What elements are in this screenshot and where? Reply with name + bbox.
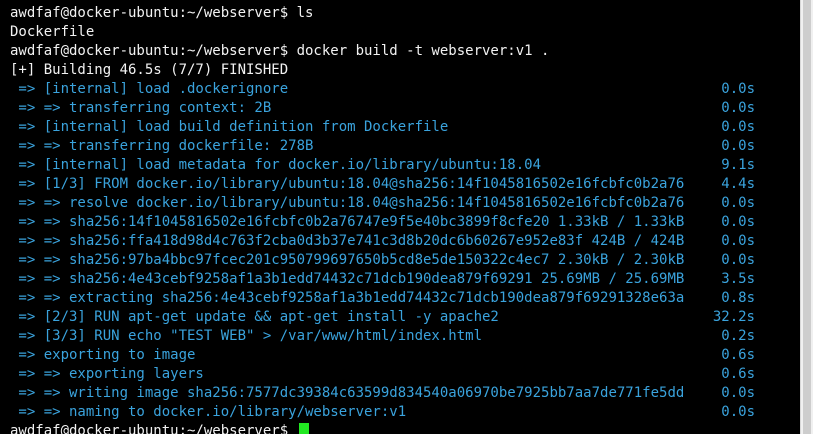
terminal-window[interactable]: awdfaf@docker-ubuntu:~/webserver$ ls Dock… [0, 0, 800, 434]
terminal-line: => [internal] load .dockerignore 0.0s [10, 80, 800, 99]
line-text: => => sha256:4e43cebf9258af1a3b1edd74432… [10, 271, 685, 287]
terminal-line: => => exporting layers 0.6s [10, 365, 800, 384]
step-duration: 0.0s [721, 214, 755, 230]
terminal-line: => => naming to docker.io/library/webser… [10, 403, 800, 422]
line-text: => => sha256:97ba4bbc97fcec201c950799697… [10, 252, 685, 268]
terminal-line: awdfaf@docker-ubuntu:~/webserver$ docker… [10, 42, 800, 61]
step-duration: 0.6s [721, 347, 755, 363]
line-text: => => transferring dockerfile: 278B [10, 138, 314, 154]
step-duration: 0.0s [721, 100, 755, 116]
step-duration: 0.0s [721, 252, 755, 268]
step-duration: 4.4s [721, 176, 755, 192]
terminal-line: => => transferring context: 2B 0.0s [10, 99, 800, 118]
line-text: => => writing image sha256:7577dc39384c6… [10, 385, 685, 401]
terminal-line: Dockerfile [10, 23, 800, 42]
step-duration: 0.8s [721, 290, 755, 306]
terminal-line: => [1/3] FROM docker.io/library/ubuntu:1… [10, 175, 800, 194]
line-text: [+] Building 46.5s (7/7) FINISHED [10, 62, 289, 78]
terminal-output: awdfaf@docker-ubuntu:~/webserver$ ls Dock… [10, 4, 800, 434]
prompt-line[interactable]: awdfaf@docker-ubuntu:~/webserver$ [10, 422, 800, 434]
line-text: => => sha256:ffa418d98d4c763f2cba0d3b37e… [10, 233, 685, 249]
line-text: => [internal] load .dockerignore [10, 81, 289, 97]
line-text: Dockerfile [10, 24, 95, 40]
step-duration: 0.0s [721, 404, 755, 420]
step-duration: 0.0s [721, 385, 755, 401]
line-text: => [2/3] RUN apt-get update && apt-get i… [10, 309, 499, 325]
terminal-line: => => sha256:97ba4bbc97fcec201c950799697… [10, 251, 800, 270]
terminal-line: => [2/3] RUN apt-get update && apt-get i… [10, 308, 800, 327]
line-text: => [3/3] RUN echo "TEST WEB" > /var/www/… [10, 328, 483, 344]
line-text: => exporting to image [10, 347, 196, 363]
step-duration: 0.0s [721, 81, 755, 97]
step-duration: 3.5s [721, 271, 755, 287]
vertical-scrollbar[interactable] [800, 0, 813, 434]
line-text: => [internal] load metadata for docker.i… [10, 157, 542, 173]
line-text: awdfaf@docker-ubuntu:~/webserver$ docker… [10, 43, 550, 59]
terminal-line: => => sha256:ffa418d98d4c763f2cba0d3b37e… [10, 232, 800, 251]
terminal-line: => [internal] load build definition from… [10, 118, 800, 137]
terminal-line: => => sha256:4e43cebf9258af1a3b1edd74432… [10, 270, 800, 289]
step-duration: 0.0s [721, 138, 755, 154]
terminal-line: => [internal] load metadata for docker.i… [10, 156, 800, 175]
terminal-line: [+] Building 46.5s (7/7) FINISHED [10, 61, 800, 80]
text-cursor [298, 423, 309, 434]
terminal-line: => => writing image sha256:7577dc39384c6… [10, 384, 800, 403]
prompt-text: awdfaf@docker-ubuntu:~/webserver$ [10, 423, 297, 434]
step-duration: 0.0s [721, 119, 755, 135]
line-text: => [1/3] FROM docker.io/library/ubuntu:1… [10, 176, 685, 192]
terminal-line: => exporting to image 0.6s [10, 346, 800, 365]
line-text: => [internal] load build definition from… [10, 119, 449, 135]
line-text: => => naming to docker.io/library/webser… [10, 404, 407, 420]
line-text: => => exporting layers [10, 366, 204, 382]
terminal-line: => [3/3] RUN echo "TEST WEB" > /var/www/… [10, 327, 800, 346]
terminal-line: => => sha256:14f1045816502e16fcbfc0b2a76… [10, 213, 800, 232]
step-duration: 0.6s [721, 366, 755, 382]
step-duration: 9.1s [721, 157, 755, 173]
terminal-line: => => extracting sha256:4e43cebf9258af1a… [10, 289, 800, 308]
terminal-line: awdfaf@docker-ubuntu:~/webserver$ ls [10, 4, 800, 23]
terminal-line: => => resolve docker.io/library/ubuntu:1… [10, 194, 800, 213]
line-text: => => transferring context: 2B [10, 100, 272, 116]
step-duration: 32.2s [712, 309, 755, 325]
step-duration: 0.2s [721, 328, 755, 344]
line-text: => => resolve docker.io/library/ubuntu:1… [10, 195, 685, 211]
step-duration: 0.0s [721, 233, 755, 249]
line-text: => => extracting sha256:4e43cebf9258af1a… [10, 290, 685, 306]
scrollbar-thumb[interactable] [803, 0, 811, 434]
line-text: => => sha256:14f1045816502e16fcbfc0b2a76… [10, 214, 685, 230]
terminal-line: => => transferring dockerfile: 278B 0.0s [10, 137, 800, 156]
step-duration: 0.0s [721, 195, 755, 211]
line-text: awdfaf@docker-ubuntu:~/webserver$ ls [10, 5, 314, 21]
